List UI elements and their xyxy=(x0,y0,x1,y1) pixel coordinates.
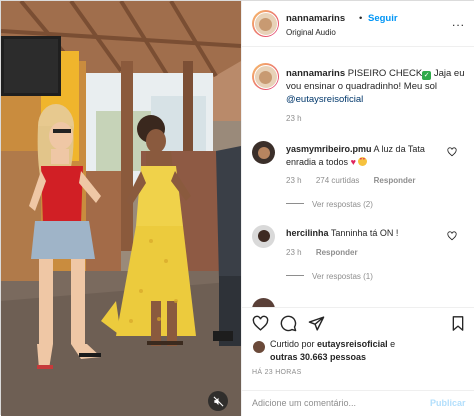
caption-username[interactable]: nannamarins xyxy=(286,68,345,79)
video-frame xyxy=(1,1,241,416)
action-bar xyxy=(242,307,474,337)
follow-button[interactable]: Seguir xyxy=(368,13,398,24)
caption-time[interactable]: 23 h xyxy=(286,114,302,123)
add-comment-bar: Publicar xyxy=(242,390,474,416)
view-replies-label: Ver respostas (2) xyxy=(312,200,373,209)
check-mark-emoji-icon: ✓ xyxy=(422,71,432,80)
comment-avatar[interactable] xyxy=(252,225,275,248)
liked-by-others[interactable]: outras 30.663 pessoas xyxy=(270,352,366,362)
comment-username[interactable]: yasmymribeiro.pmu xyxy=(286,144,372,154)
post-header: nannamarins • Seguir Original Audio ... xyxy=(242,1,474,47)
comment-avatar[interactable] xyxy=(252,298,275,307)
comment-time[interactable]: 23 h xyxy=(286,248,302,257)
comment-time[interactable]: 23 h xyxy=(286,176,302,185)
comment-text: yasmymribeiro.pmu A luz da Tata enradia … xyxy=(286,143,446,169)
comment-text: hercilinha Tanninha tá ON ! xyxy=(286,227,446,240)
audio-link[interactable]: Original Audio xyxy=(286,28,336,37)
comment-username[interactable]: hercilinha xyxy=(286,228,329,238)
more-options-icon[interactable]: ... xyxy=(452,15,465,29)
bookmark-icon[interactable] xyxy=(450,315,466,332)
caption-text: nannamarins PISEIRO CHECK ✓ Jaja eu vou e… xyxy=(286,67,466,106)
post-side-panel: nannamarins • Seguir Original Audio ... … xyxy=(241,1,474,416)
comment-likes[interactable]: 274 curtidas xyxy=(316,176,360,185)
heart-icon[interactable] xyxy=(447,231,457,241)
reply-button[interactable]: Responder xyxy=(374,176,416,185)
liked-by-conj: e xyxy=(390,339,396,349)
paper-plane-icon[interactable] xyxy=(308,315,325,332)
comment-input[interactable] xyxy=(252,398,422,408)
view-replies-label: Ver respostas (1) xyxy=(312,272,373,281)
post-time[interactable]: HÁ 23 HORAS xyxy=(252,369,302,376)
view-replies-button[interactable]: Ver respostas (1) xyxy=(286,272,373,281)
heart-eyes-emoji-icon xyxy=(357,157,367,166)
liked-by[interactable]: Curtido por eutaysreisoficial e outras 3… xyxy=(270,338,395,364)
heart-emoji-icon: ♥ xyxy=(350,157,356,167)
instagram-post: nannamarins • Seguir Original Audio ... … xyxy=(0,0,474,416)
liker-avatar[interactable] xyxy=(252,340,266,354)
comment-icon[interactable] xyxy=(280,315,297,332)
heart-icon[interactable] xyxy=(252,315,269,332)
comment-meta: 23 h Responder xyxy=(286,248,370,257)
publish-button[interactable]: Publicar xyxy=(430,398,466,408)
post-video[interactable] xyxy=(1,1,241,416)
liked-by-prefix: Curtido por xyxy=(270,339,315,349)
avatar[interactable] xyxy=(252,10,279,37)
comment-avatar[interactable] xyxy=(252,141,275,164)
caption-mention[interactable]: @eutaysreisoficial xyxy=(286,94,363,105)
caption-text-part1: PISEIRO CHECK xyxy=(347,68,423,79)
caption-avatar[interactable] xyxy=(252,63,279,90)
speaker-muted-icon xyxy=(213,396,223,406)
comment-body: Tanninha tá ON ! xyxy=(330,228,399,238)
header-username[interactable]: nannamarins xyxy=(286,13,345,24)
liked-by-user[interactable]: eutaysreisoficial xyxy=(317,339,388,349)
reply-button[interactable]: Responder xyxy=(316,248,358,257)
mute-button[interactable] xyxy=(208,391,228,411)
heart-icon[interactable] xyxy=(447,147,457,157)
header-separator: • xyxy=(359,13,363,24)
comment-meta: 23 h 274 curtidas Responder xyxy=(286,176,427,185)
view-replies-button[interactable]: Ver respostas (2) xyxy=(286,200,373,209)
